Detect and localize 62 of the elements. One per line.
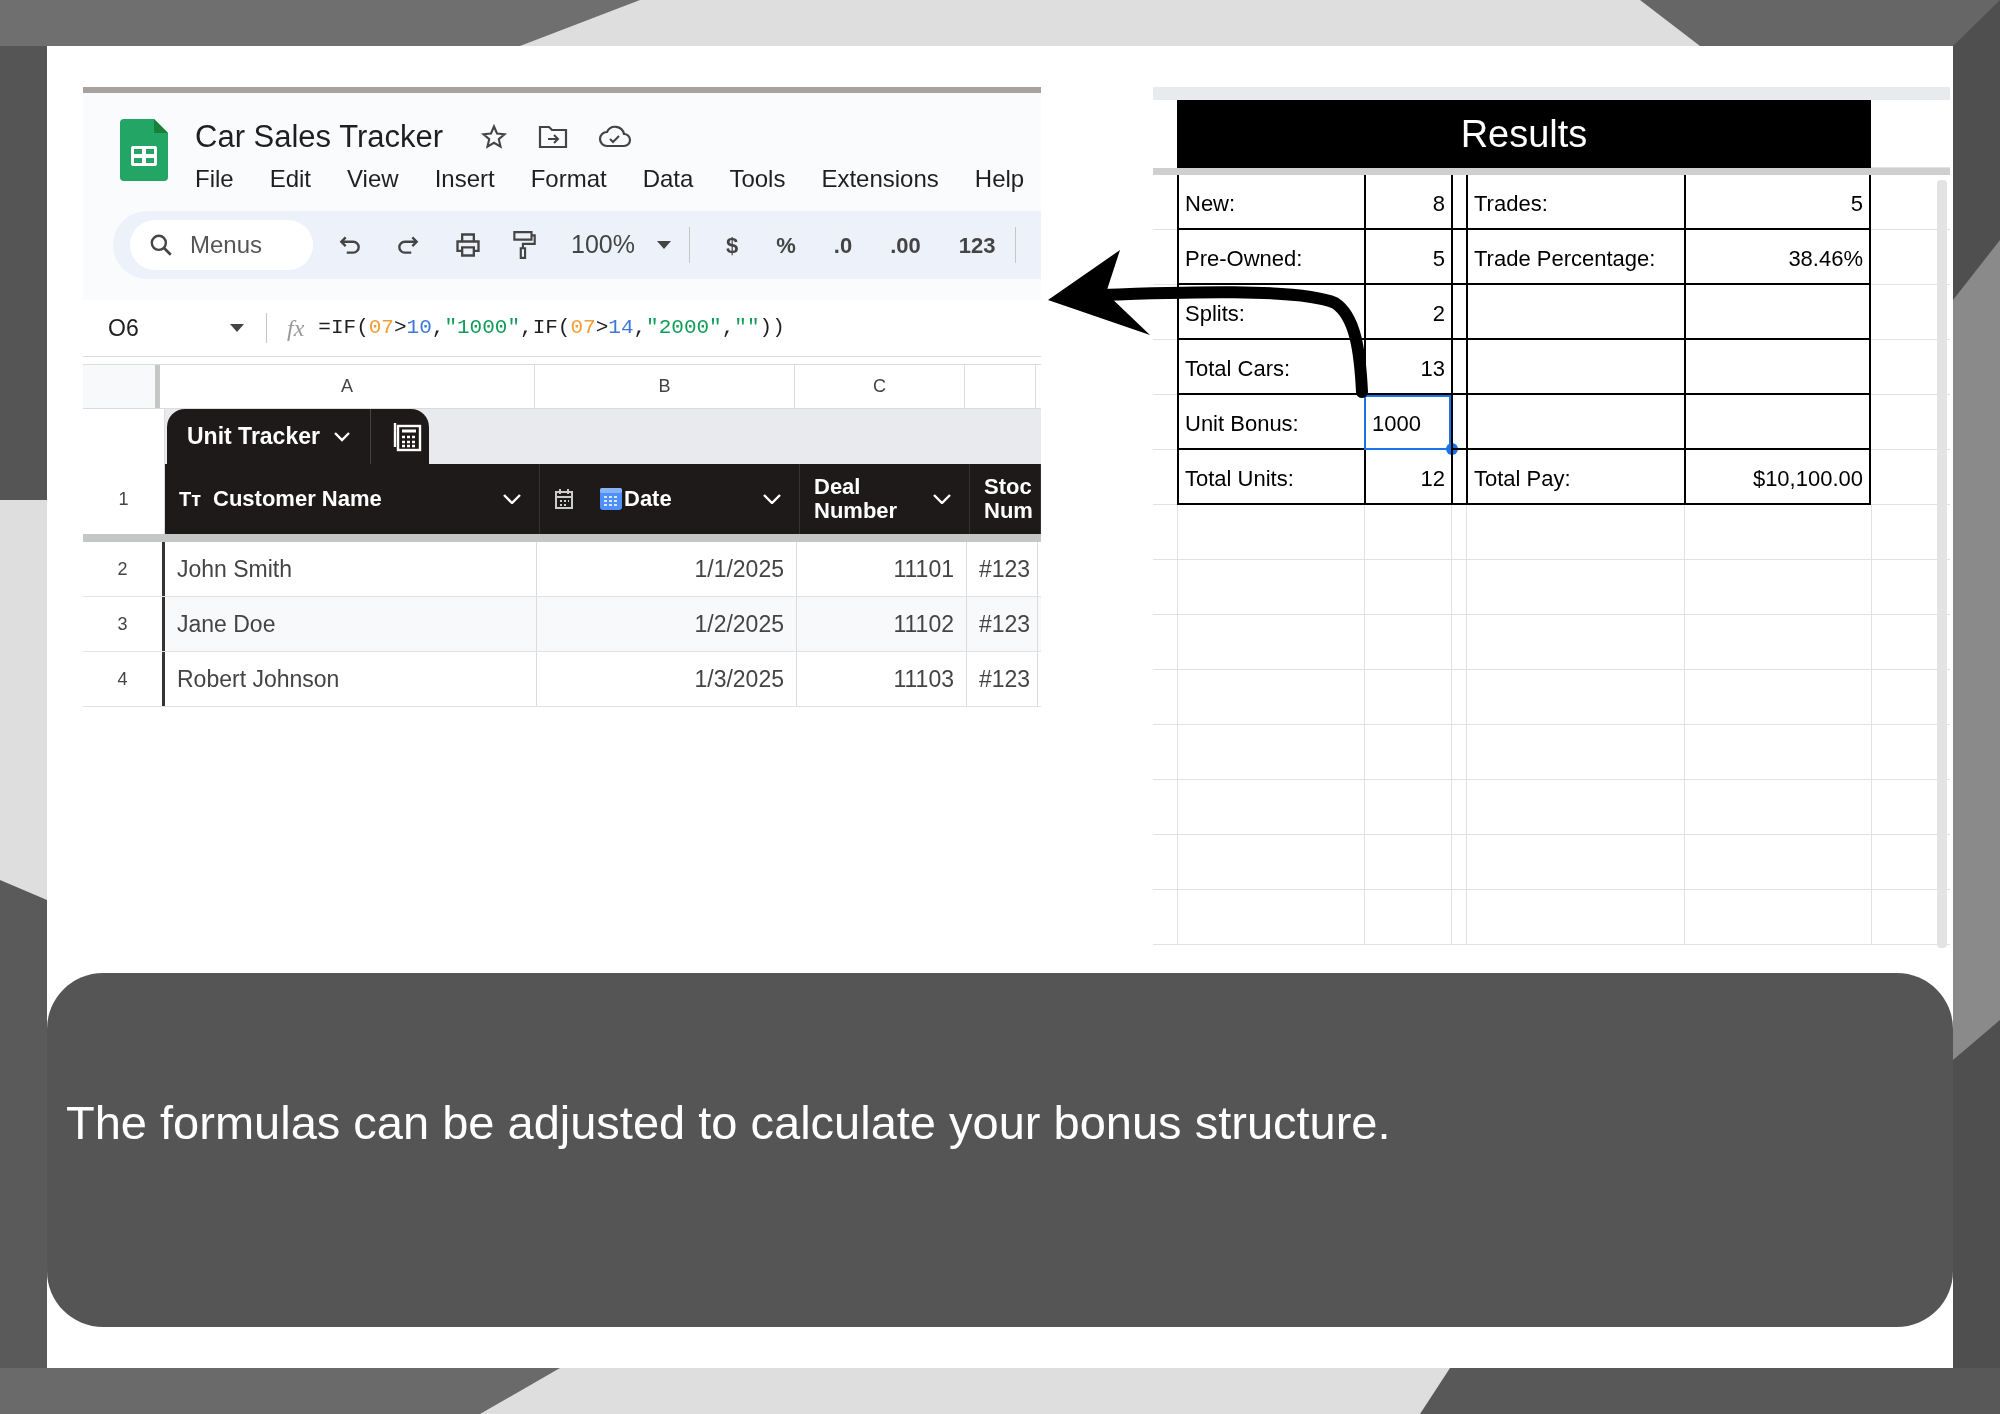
label-cell: Total Pay: [1466, 450, 1684, 505]
table-cell: 11102 [797, 597, 967, 651]
value-cell: 13 [1364, 340, 1451, 395]
zoom-dropdown[interactable]: 100% [571, 226, 671, 264]
value-cell: 5 [1684, 175, 1871, 230]
value-cell: 12 [1364, 450, 1451, 505]
table-cell: #123 [967, 597, 1038, 651]
value-cell: $10,100.00 [1684, 450, 1871, 505]
column-heading[interactable]: Date [540, 464, 800, 534]
text-type-label: Tт [179, 487, 201, 512]
column-header[interactable]: C [795, 365, 965, 408]
table-cell: Jane Doe [165, 597, 537, 651]
column-header[interactable]: A [160, 365, 535, 408]
format-button[interactable]: 123 [958, 228, 996, 262]
menu-item[interactable]: Format [530, 161, 607, 197]
column-heading[interactable]: Tт Customer Name [165, 464, 540, 534]
value-cell: 8 [1364, 175, 1451, 230]
format-button[interactable]: .00 [890, 228, 921, 262]
label-cell: New: [1177, 175, 1364, 230]
table-cell: 11103 [797, 652, 967, 706]
fx-label: fx [287, 314, 305, 343]
table-cell: #123 [967, 542, 1038, 596]
table-cell: 11101 [797, 542, 967, 596]
format-button[interactable]: .0 [833, 228, 853, 262]
table-cell: 1/3/2025 [537, 652, 797, 706]
table-cell: Robert Johnson [165, 652, 537, 706]
document-title: Car Sales Tracker [195, 117, 444, 156]
label-cell: Splits: [1177, 285, 1364, 340]
menu-item[interactable]: View [347, 161, 399, 197]
table-tab[interactable]: Unit Tracker [167, 409, 429, 464]
menu-item[interactable]: Tools [729, 161, 786, 197]
label-cell: Pre-Owned: [1177, 230, 1364, 285]
menu-item[interactable]: Insert [434, 161, 495, 197]
column-heading[interactable]: Stoc Num [970, 464, 1041, 534]
menu-item[interactable]: Extensions [821, 161, 939, 197]
menus-search-field[interactable]: Menus [130, 220, 313, 270]
column-header[interactable]: B [535, 365, 795, 408]
value-cell: 2 [1364, 285, 1451, 340]
value-cell: 1000 [1364, 395, 1451, 450]
format-button[interactable]: $ [725, 228, 739, 262]
caption-text: The formulas can be adjusted to calculate your bonus structure. [66, 1095, 1391, 1151]
menu-item[interactable]: Help [974, 161, 1025, 197]
table-cell: 1/1/2025 [537, 542, 797, 596]
value-cell: 38.46% [1684, 230, 1871, 285]
cell-reference[interactable]: O6 [108, 310, 230, 346]
column-heading[interactable]: Deal Number [800, 464, 970, 534]
label-cell: Total Units: [1177, 450, 1364, 505]
label-cell: Total Cars: [1177, 340, 1364, 395]
results-title: Results [1177, 100, 1871, 168]
row-number: 3 [83, 597, 165, 651]
menu-item[interactable]: File [195, 161, 234, 197]
label-cell: Trades: [1466, 175, 1684, 230]
label-cell: Unit Bonus: [1177, 395, 1364, 450]
format-button[interactable]: % [776, 228, 796, 262]
table-cell: #123 [967, 652, 1038, 706]
table-cell: 1/2/2025 [537, 597, 797, 651]
value-cell: 5 [1364, 230, 1451, 285]
menu-item[interactable]: Edit [269, 161, 312, 197]
formula-text[interactable]: =IF(07>10,"1000",IF(07>14,"2000","")) [318, 312, 785, 344]
table-cell: John Smith [165, 542, 537, 596]
label-cell: Trade Percentage: [1466, 230, 1684, 285]
menu-item[interactable]: Data [642, 161, 694, 197]
